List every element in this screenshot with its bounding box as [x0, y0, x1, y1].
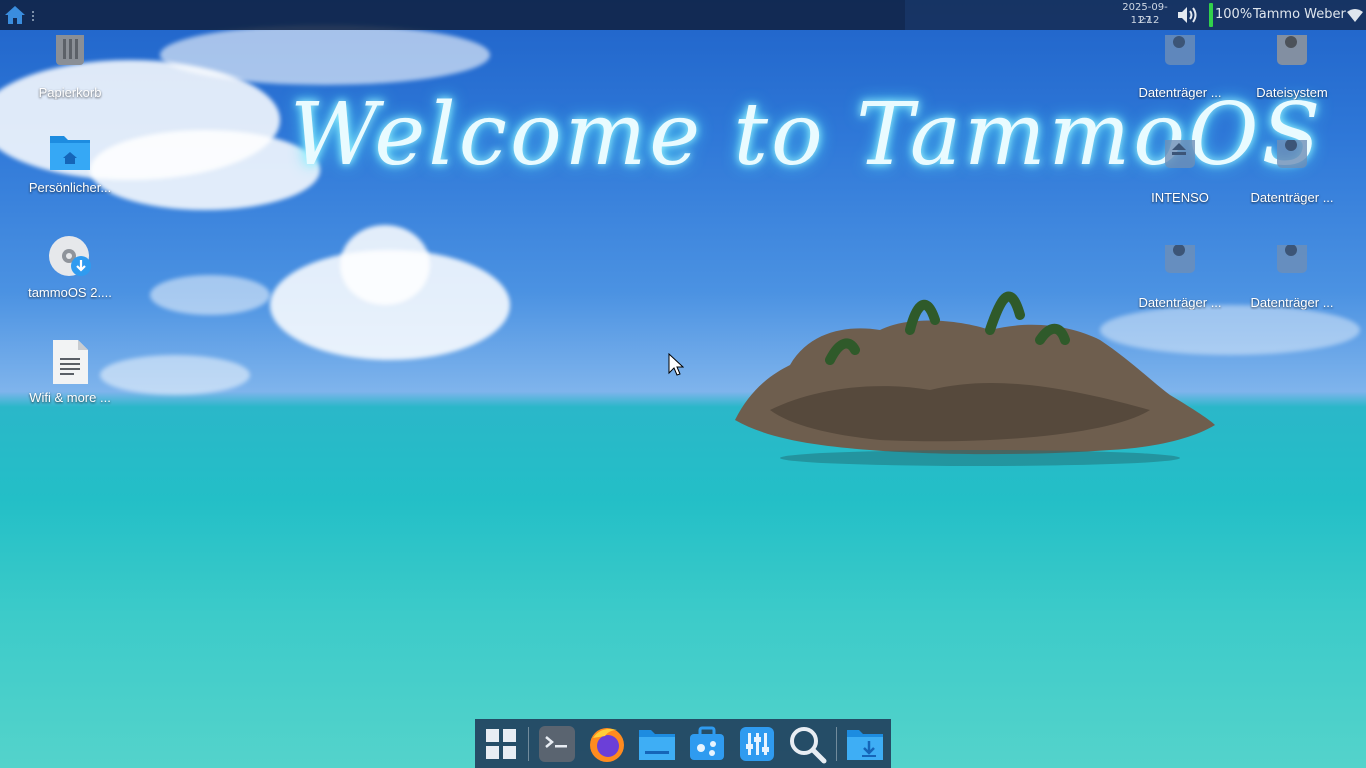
desktop-icon-filesystem[interactable]: Dateisystem — [1237, 29, 1347, 135]
dock — [475, 719, 891, 768]
terminal-icon[interactable] — [537, 724, 577, 764]
desktop-icon-label: Persönlicher... — [28, 180, 112, 195]
trash-icon — [48, 31, 92, 85]
desktop-icon-home-folder[interactable]: Persönlicher... — [15, 130, 125, 230]
app-grid-icon[interactable] — [481, 724, 521, 764]
volume-icon[interactable] — [1176, 4, 1200, 26]
dock-separator — [528, 727, 529, 761]
handle-icon[interactable] — [31, 8, 35, 22]
clock-time: 11:12 — [1130, 15, 1160, 26]
battery-percent: 100% — [1215, 7, 1253, 22]
desktop-icon-iso[interactable]: tammoOS 2.... — [15, 235, 125, 335]
drive-icon — [1270, 29, 1314, 85]
desktop-icon-label: INTENSO — [1151, 190, 1209, 205]
desktop-icon-label: Datenträger ... — [1138, 295, 1222, 310]
wifi-icon[interactable] — [1347, 8, 1363, 22]
desktop-icon-trash[interactable]: Papierkorb — [15, 31, 125, 135]
firefox-icon[interactable] — [587, 724, 627, 764]
drive-icon — [1270, 237, 1314, 295]
battery-icon[interactable] — [1209, 3, 1213, 27]
drive-icon — [1158, 29, 1202, 85]
file-manager-icon[interactable] — [637, 724, 677, 764]
desktop-icon-label: Datenträger ... — [1250, 190, 1334, 205]
desktop[interactable]: Welcome to TammoOS 2025-09-27 11:12 100%… — [0, 0, 1366, 768]
clock-date: 2025-09-27 — [1122, 2, 1168, 26]
desktop-icon-drive[interactable]: Datenträger ... — [1125, 237, 1235, 345]
desktop-icon-removable-drive[interactable]: INTENSO — [1125, 132, 1235, 240]
drive-icon — [1158, 237, 1202, 295]
desktop-icon-drive[interactable]: Datenträger ... — [1237, 132, 1347, 240]
mouse-cursor-icon — [668, 353, 684, 376]
settings-mixer-icon[interactable] — [737, 724, 777, 764]
software-center-icon[interactable] — [687, 724, 727, 764]
drive-icon — [1270, 132, 1314, 190]
downloads-folder-icon[interactable] — [845, 724, 885, 764]
desktop-icon-label: tammoOS 2.... — [28, 285, 112, 300]
top-panel: 2025-09-27 11:12 100% Tammo Weber — [0, 0, 1366, 30]
desktop-icon-label: Dateisystem — [1256, 85, 1328, 100]
panel-taskbar-area[interactable] — [0, 0, 905, 30]
desktop-icon-label: Datenträger ... — [1138, 85, 1222, 100]
cloud — [150, 275, 270, 315]
clock[interactable]: 2025-09-27 11:12 — [1116, 1, 1174, 29]
welcome-text: Welcome to TammoOS — [290, 85, 1324, 185]
desktop-icon-label: Wifi & more ... — [29, 390, 111, 405]
desktop-icon-text-file[interactable]: Wifi & more ... — [15, 340, 125, 440]
text-document-icon — [48, 340, 92, 390]
removable-drive-icon — [1158, 132, 1202, 190]
desktop-icon-drive[interactable]: Datenträger ... — [1125, 29, 1235, 135]
user-name[interactable]: Tammo Weber — [1253, 7, 1346, 22]
cloud — [340, 225, 430, 305]
desktop-icon-label: Datenträger ... — [1250, 295, 1334, 310]
desktop-icon-drive[interactable]: Datenträger ... — [1237, 237, 1347, 345]
dock-separator — [836, 727, 837, 761]
disc-download-icon — [48, 235, 92, 285]
search-icon[interactable] — [787, 724, 827, 764]
desktop-icon-label: Papierkorb — [38, 85, 102, 100]
home-icon[interactable] — [3, 3, 27, 27]
home-folder-icon — [48, 130, 92, 180]
